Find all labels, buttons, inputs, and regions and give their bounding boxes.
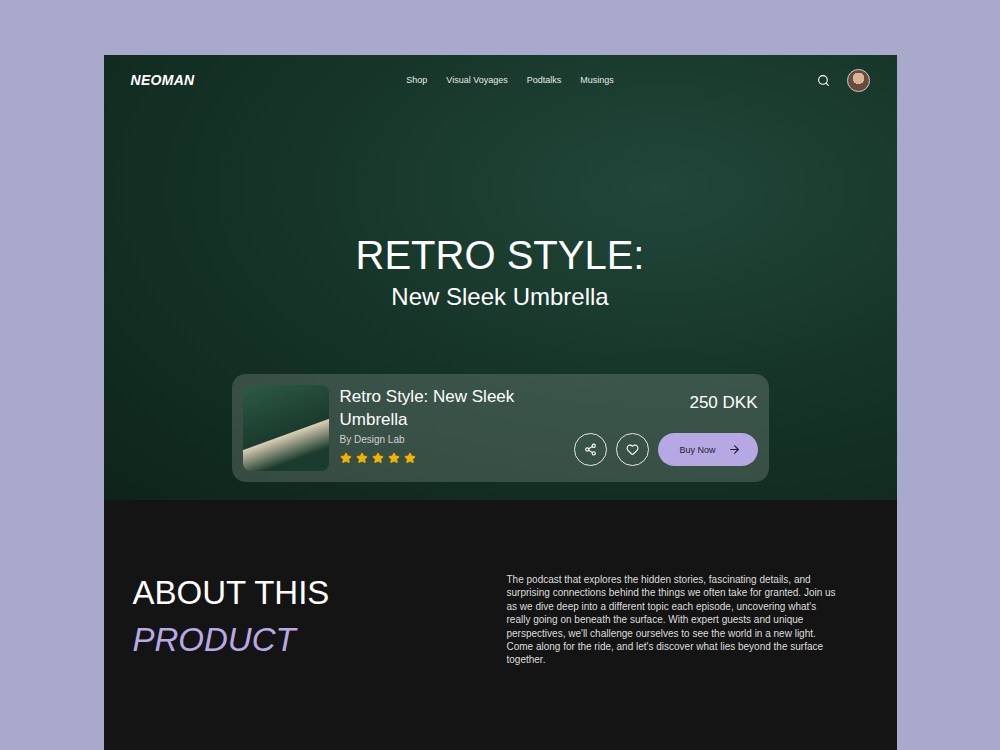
star-icon bbox=[388, 452, 400, 464]
product-info: Retro Style: New Sleek Umbrella By Design… bbox=[340, 385, 550, 471]
product-price: 250 DKK bbox=[689, 393, 757, 413]
star-rating bbox=[340, 452, 550, 464]
search-icon[interactable] bbox=[817, 74, 830, 87]
about-section: ABOUT THIS PRODUCTThe podcast that explor… bbox=[104, 500, 897, 667]
star-icon bbox=[372, 452, 384, 464]
user-avatar[interactable] bbox=[847, 69, 870, 92]
hero-image: NEOMAN Shop Visual Voyages Podtalks Musings R… bbox=[104, 55, 897, 500]
share-button[interactable] bbox=[574, 433, 607, 466]
nav-links: Shop Visual Voyages Podtalks Musings bbox=[406, 75, 613, 85]
app-frame: NEOMAN Shop Visual Voyages Podtalks Musings R… bbox=[104, 55, 897, 750]
nav-link[interactable]: Shop bbox=[406, 75, 427, 85]
product-author: By Design Lab bbox=[340, 434, 550, 445]
nav-actions bbox=[750, 69, 870, 92]
share-icon bbox=[584, 443, 597, 456]
hero-title: RETRO STYLE: bbox=[356, 231, 645, 279]
product-actions: 250 DKK Buy Now bbox=[550, 385, 758, 471]
product-thumbnail bbox=[243, 385, 329, 471]
about-title: ABOUT THIS bbox=[133, 573, 507, 613]
star-icon bbox=[340, 452, 352, 464]
product-title: Retro Style: New Sleek Umbrella bbox=[340, 385, 550, 431]
top-nav: NEOMAN Shop Visual Voyages Podtalks Musings bbox=[104, 55, 897, 105]
action-row: Buy Now bbox=[574, 433, 758, 466]
arrow-right-icon bbox=[728, 443, 741, 456]
about-description: The podcast that explores the hidden sto… bbox=[507, 573, 837, 667]
nav-link[interactable]: Musings bbox=[580, 75, 614, 85]
star-icon bbox=[404, 452, 416, 464]
about-heading: ABOUT THIS PRODUCT bbox=[133, 573, 507, 667]
hero-subtitle: New Sleek Umbrella bbox=[391, 282, 608, 312]
heart-icon bbox=[626, 443, 639, 456]
favorite-button[interactable] bbox=[616, 433, 649, 466]
star-icon bbox=[356, 452, 368, 464]
nav-link[interactable]: Visual Voyages bbox=[446, 75, 507, 85]
about-title-accent: PRODUCT bbox=[133, 620, 507, 660]
logo[interactable]: NEOMAN bbox=[131, 72, 251, 88]
nav-link[interactable]: Podtalks bbox=[527, 75, 562, 85]
page: NEOMAN Shop Visual Voyages Podtalks Musings R… bbox=[0, 0, 1000, 750]
product-card: Retro Style: New Sleek Umbrella By Design… bbox=[232, 374, 769, 482]
buy-now-button[interactable]: Buy Now bbox=[658, 433, 758, 466]
